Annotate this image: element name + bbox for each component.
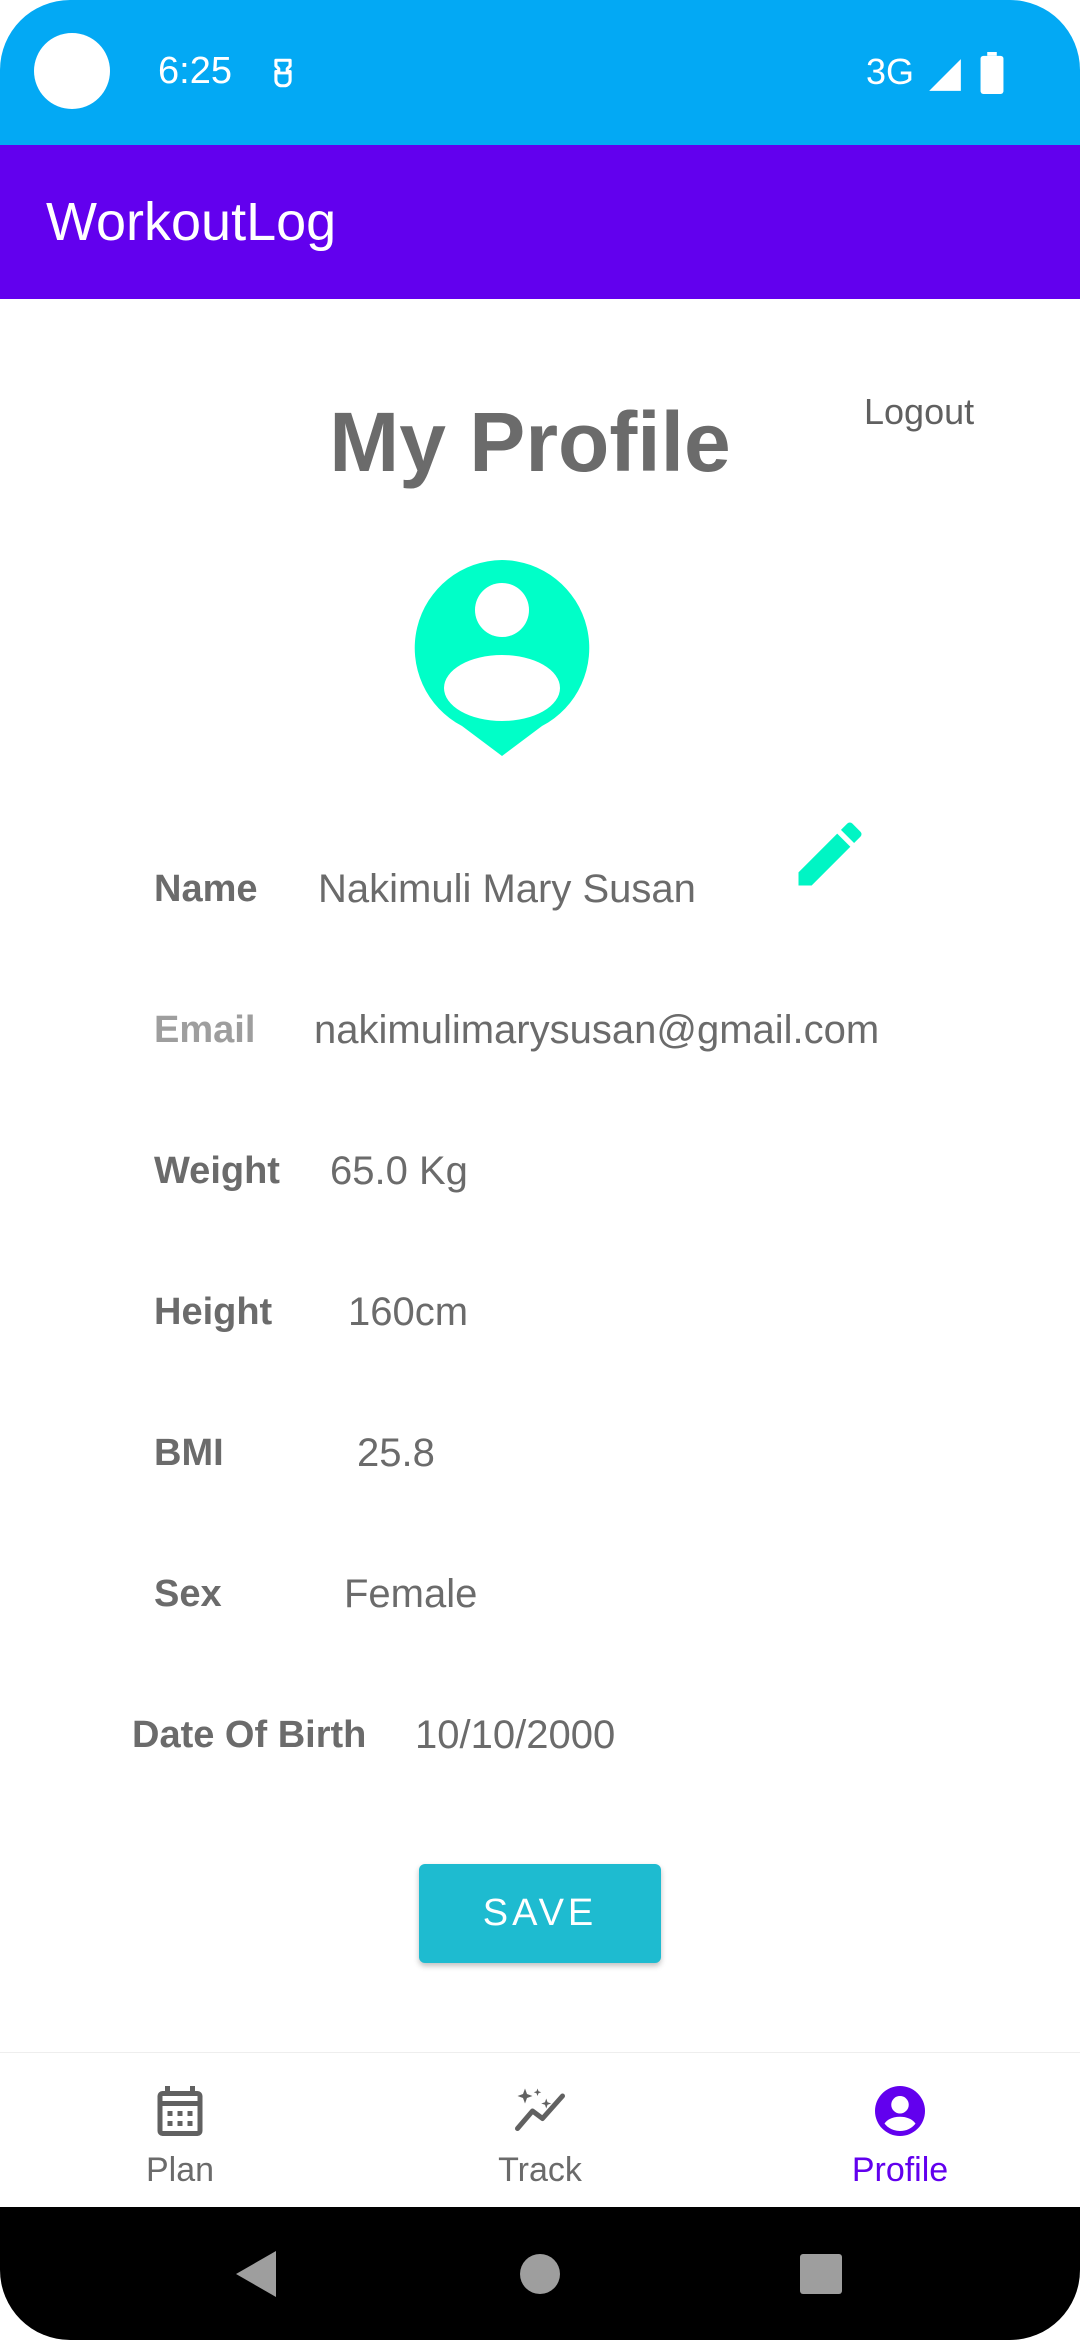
sim-card-icon <box>274 58 292 88</box>
page-title: My Profile <box>329 395 731 489</box>
account-pin-icon <box>414 560 590 756</box>
camera-cutout <box>34 33 110 109</box>
account-circle-icon <box>875 2086 925 2136</box>
status-time: 6:25 <box>158 50 232 92</box>
weight-value: 65.0 Kg <box>330 1149 468 1193</box>
back-triangle-icon[interactable] <box>236 2251 276 2297</box>
app-title: WorkoutLog <box>46 192 337 252</box>
nav-item-profile[interactable]: Profile <box>720 2053 1080 2208</box>
battery-icon <box>980 52 1004 94</box>
app-bar: WorkoutLog <box>0 145 1080 299</box>
calendar-icon <box>157 2086 203 2136</box>
email-label: Email <box>154 1009 256 1051</box>
nav-item-plan[interactable]: Plan <box>0 2053 360 2208</box>
signal-icon <box>929 59 961 91</box>
weight-label: Weight <box>154 1150 280 1192</box>
network-type: 3G <box>866 51 915 92</box>
name-label: Name <box>154 868 258 910</box>
nav-label-track: Track <box>498 2151 582 2189</box>
nav-item-track[interactable]: Track <box>360 2053 720 2208</box>
nav-label-profile: Profile <box>851 2151 949 2189</box>
home-circle-icon[interactable] <box>519 2253 561 2295</box>
sex-label: Sex <box>154 1573 222 1615</box>
sex-value: Female <box>344 1572 478 1616</box>
bmi-label: BMI <box>154 1432 224 1474</box>
bmi-value: 25.8 <box>357 1431 435 1475</box>
pencil-icon[interactable] <box>788 812 872 896</box>
recents-square-icon[interactable] <box>800 2254 842 2294</box>
email-value: nakimulimarysusan@gmail.com <box>314 1008 880 1052</box>
dob-label: Date Of Birth <box>132 1714 367 1756</box>
save-button[interactable]: SAVE <box>419 1864 661 1963</box>
height-value: 160cm <box>348 1290 469 1334</box>
dob-value: 10/10/2000 <box>415 1713 616 1757</box>
screen: 6:25 3G WorkoutLog Logout My Profile Nam… <box>0 0 1080 2340</box>
nav-label-plan: Plan <box>145 2151 215 2189</box>
bottom-navigation: Plan Track Profile <box>0 2052 1080 2208</box>
height-label: Height <box>154 1291 273 1333</box>
auto-graph-icon <box>515 2088 565 2131</box>
status-bar: 6:25 3G <box>0 0 1080 145</box>
system-navigation-bar <box>0 2207 1080 2340</box>
name-value: Nakimuli Mary Susan <box>318 867 696 911</box>
